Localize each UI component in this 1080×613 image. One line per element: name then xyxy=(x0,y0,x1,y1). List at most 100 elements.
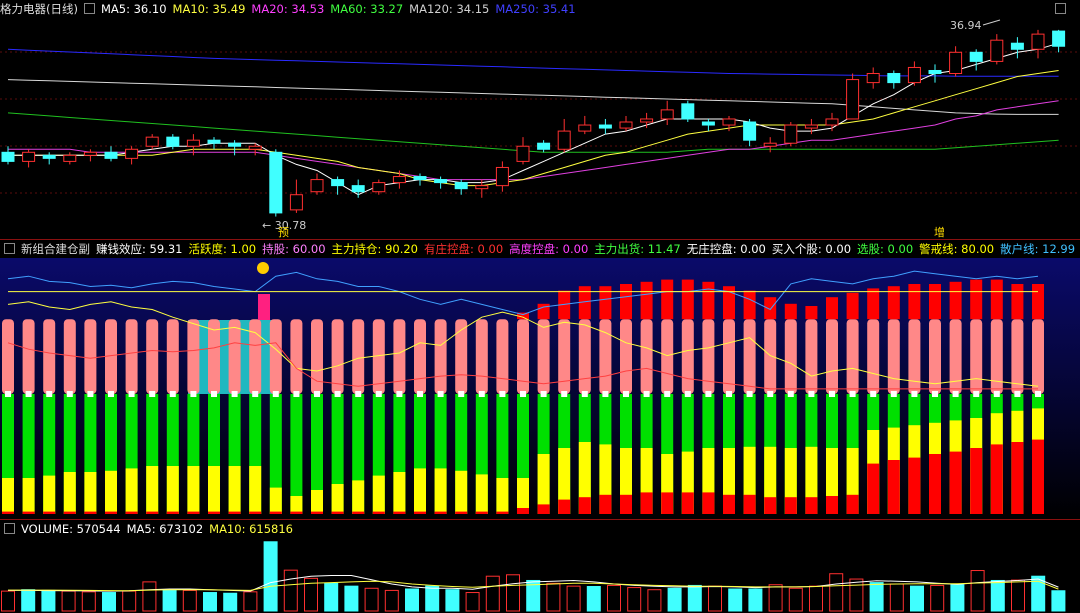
candle-up xyxy=(640,118,654,123)
upper-red-bar xyxy=(929,284,941,320)
volume-bar-up xyxy=(809,585,823,612)
upper-pink-bar xyxy=(908,319,921,394)
lower-yellow-bar xyxy=(455,470,468,514)
lower-red-bar xyxy=(434,511,447,514)
lower-yellow-bar xyxy=(43,475,56,514)
upper-red-bar xyxy=(908,284,921,320)
lower-red-bar xyxy=(599,494,612,514)
lower-red-bar xyxy=(805,497,818,514)
volume-bar-up xyxy=(364,587,379,612)
lower-red-bar xyxy=(970,448,983,514)
candle-down xyxy=(104,151,118,159)
upper-red-bar xyxy=(764,297,777,320)
midline-marker xyxy=(25,391,32,397)
candle-up xyxy=(475,185,489,190)
upper-pink-bar xyxy=(558,319,571,394)
lower-red-bar xyxy=(723,494,735,514)
upper-pink-bar xyxy=(84,319,97,394)
candle-down xyxy=(928,69,942,75)
lower-red-bar xyxy=(22,511,35,514)
upper-red-bar xyxy=(702,281,715,320)
lower-yellow-bar xyxy=(372,475,385,514)
lower-red-bar xyxy=(784,497,797,514)
lower-yellow-bar xyxy=(496,478,509,514)
upper-pink-bar xyxy=(599,319,612,394)
upper-red-bar xyxy=(1011,284,1024,320)
midline-marker xyxy=(437,391,444,397)
volume-bar-up xyxy=(283,569,298,612)
lower-red-bar xyxy=(908,457,921,514)
indicator-legend-item: 选股: 0.00 xyxy=(857,242,914,256)
midline-marker xyxy=(581,391,588,397)
volume-bar-down xyxy=(263,541,278,612)
volume-bar-down xyxy=(41,589,56,612)
lower-yellow-bar xyxy=(311,490,323,514)
volume-bar-down xyxy=(203,592,217,612)
candle-down xyxy=(331,179,345,187)
upper-red-bar xyxy=(620,284,632,320)
lower-yellow-bar xyxy=(63,472,76,514)
midline-marker xyxy=(128,391,135,397)
settings-square-icon[interactable] xyxy=(4,523,15,534)
lower-red-bar xyxy=(620,494,632,514)
volume-bar-up xyxy=(506,574,520,612)
volume-chart[interactable] xyxy=(0,538,1080,613)
lower-red-bar xyxy=(929,454,941,514)
indicator-legend-item: 主力出货: 11.47 xyxy=(594,242,681,256)
lower-red-bar xyxy=(475,511,488,514)
midline-marker xyxy=(417,391,423,397)
midline-marker xyxy=(726,391,732,397)
midline-marker xyxy=(293,391,300,397)
upper-pink-bar xyxy=(434,319,447,394)
lower-yellow-bar xyxy=(125,468,138,514)
volume-bar-up xyxy=(465,592,480,612)
candle-down xyxy=(743,121,757,141)
ma120-line xyxy=(7,79,1059,115)
candle-down xyxy=(413,176,427,181)
price-chart[interactable]: 36.94← 30.78预增 xyxy=(0,0,1080,240)
indicator-legend-item: 散户线: 12.99 xyxy=(1000,242,1076,256)
midline-marker xyxy=(849,391,856,397)
upper-red-bar xyxy=(640,281,653,320)
candle-up xyxy=(372,182,386,193)
lower-red-bar xyxy=(63,511,76,514)
indicator-legend-item: 活跃度: 1.00 xyxy=(188,242,257,256)
lower-red-bar xyxy=(372,511,385,514)
upper-pink-bar xyxy=(867,319,880,394)
candle-up xyxy=(784,124,798,144)
upper-pink-bar xyxy=(846,319,859,394)
candle-up xyxy=(248,145,262,150)
volume-bar-down xyxy=(869,582,884,612)
midline-marker xyxy=(932,391,938,397)
lower-yellow-bar xyxy=(208,466,220,514)
midline-marker xyxy=(231,391,238,397)
candle-down xyxy=(42,154,56,159)
midline-marker xyxy=(808,391,815,397)
midline-marker xyxy=(952,391,959,397)
indicator-legend-item: 有庄控盘: 0.00 xyxy=(424,242,504,256)
lower-red-bar xyxy=(517,508,529,514)
volume-bar-up xyxy=(1011,579,1025,612)
midline-marker xyxy=(540,391,547,397)
midline-marker xyxy=(272,391,279,397)
upper-pink-bar xyxy=(764,319,777,394)
money-bag-icon xyxy=(257,262,269,274)
upper-pink-bar xyxy=(228,319,241,394)
upper-pink-bar xyxy=(681,319,694,394)
lower-yellow-bar xyxy=(331,484,344,514)
lower-yellow-bar xyxy=(166,466,179,514)
lower-red-bar xyxy=(826,496,838,514)
candle-up xyxy=(763,142,777,147)
candle-up xyxy=(722,118,736,126)
indicator-legend-item: 买入个股: 0.00 xyxy=(771,242,852,256)
volume-bar-down xyxy=(425,585,440,612)
volume-bar-up xyxy=(889,583,904,612)
settings-square-icon[interactable] xyxy=(4,243,15,254)
upper-pink-bar xyxy=(393,319,406,394)
midline-marker xyxy=(1035,391,1041,397)
candle-up xyxy=(145,136,159,147)
volume-bar-down xyxy=(1051,590,1066,612)
candle-up xyxy=(516,145,530,162)
indicator-chart[interactable] xyxy=(0,258,1080,520)
volume-bar-up xyxy=(566,585,581,612)
